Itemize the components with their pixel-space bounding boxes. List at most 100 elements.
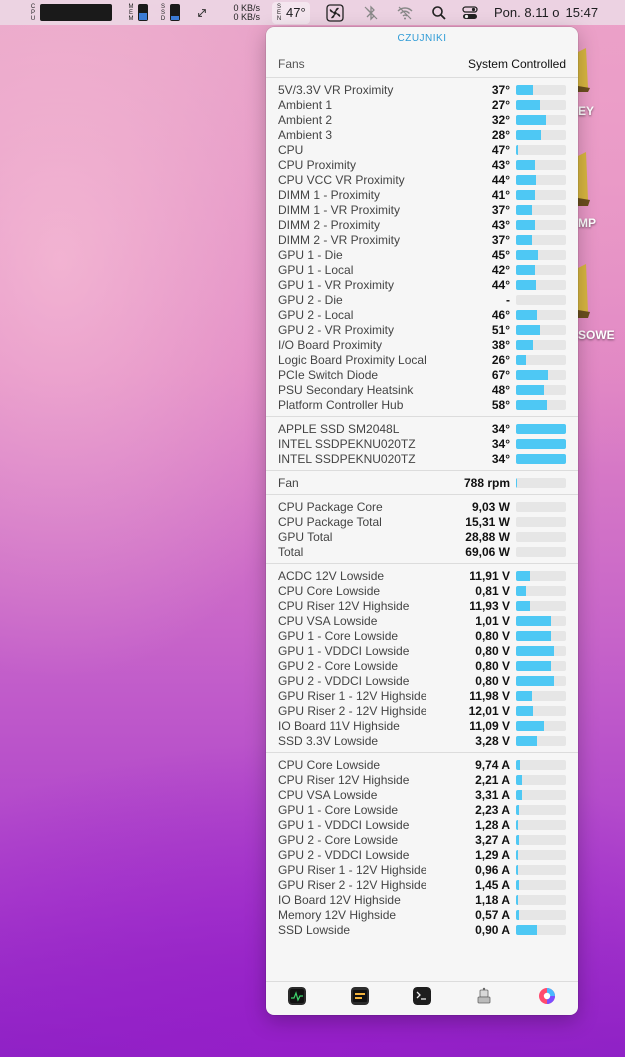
sensor-row: PCIe Switch Diode 67°	[266, 367, 578, 382]
sensor-level-fill	[516, 369, 548, 380]
sensor-row: GPU 1 - VDDCI Lowside 0,80 V	[266, 643, 578, 658]
fan-section: Fan 788 rpm	[266, 471, 578, 494]
sensor-level-bar	[516, 99, 566, 110]
sensor-name: CPU Package Core	[278, 499, 383, 514]
wifi-icon[interactable]	[396, 0, 414, 25]
sensor-row: GPU 1 - VDDCI Lowside 1,28 A	[266, 817, 578, 832]
sensor-name: DIMM 2 - VR Proximity	[278, 232, 401, 247]
sensor-name: 5V/3.3V VR Proximity	[278, 82, 394, 97]
disk-monitor[interactable]: SSD	[160, 0, 180, 25]
sensor-value: 0,57 A	[475, 907, 510, 922]
sensor-value: 34°	[491, 436, 510, 451]
bluetooth-icon[interactable]	[362, 0, 380, 25]
sensor-name: GPU 1 - Core Lowside	[278, 802, 399, 817]
console-icon[interactable]	[350, 987, 369, 1010]
sensor-level-bar	[516, 774, 566, 785]
sensor-level-bar	[516, 546, 566, 557]
sensor-label: SEN	[276, 3, 282, 22]
memory-monitor[interactable]: MEM	[128, 0, 148, 25]
sensor-row: ACDC 12V Lowside 11,91 V	[266, 568, 578, 583]
sensor-name: GPU Total	[278, 529, 333, 544]
sensor-name: Ambient 2	[278, 112, 333, 127]
sensor-row: Ambient 2 32°	[266, 112, 578, 127]
desktop-folder-icon[interactable]	[578, 262, 592, 318]
control-center-icon[interactable]	[461, 0, 479, 25]
desktop-folder-icon[interactable]	[578, 44, 592, 92]
sensor-level-bar	[516, 759, 566, 770]
sensor-name: DIMM 2 - Proximity	[278, 217, 380, 232]
sensor-row: CPU Package Total 15,31 W	[266, 514, 578, 529]
sensor-name: CPU VCC VR Proximity	[278, 172, 405, 187]
ssd-label: SSD	[160, 3, 166, 22]
sensor-level-bar	[516, 660, 566, 671]
sensor-value: 0,90 A	[475, 922, 510, 937]
sensor-name: GPU 2 - VDDCI Lowside	[278, 847, 410, 862]
sensor-level-fill	[516, 879, 519, 890]
sensor-level-bar	[516, 453, 566, 464]
sensor-name: CPU Core Lowside	[278, 583, 381, 598]
sensors-monitor[interactable]: SEN 47°	[272, 0, 310, 25]
cpu-monitor[interactable]: CPU	[30, 0, 112, 25]
sensor-level-bar	[516, 294, 566, 305]
sensor-name: CPU Riser 12V Highside	[278, 598, 410, 613]
sensor-value: 11,93 V	[469, 598, 510, 613]
sensor-level-bar	[516, 804, 566, 815]
sensor-value: 28°	[491, 127, 510, 142]
temperature-section: 5V/3.3V VR Proximity 37° Ambient 1 27° Ambie…	[266, 78, 578, 416]
activity-monitor-icon[interactable]	[288, 987, 307, 1010]
sensor-name: IO Board 12V Highside	[278, 892, 401, 907]
sensor-level-fill	[516, 399, 547, 410]
desktop-folder-icon[interactable]	[578, 150, 592, 206]
cpu-graph	[40, 4, 112, 21]
sensor-row: Ambient 3 28°	[266, 127, 578, 142]
sensor-row: CPU 47°	[266, 142, 578, 157]
sensor-level-bar	[516, 834, 566, 845]
sensor-level-fill	[516, 453, 566, 464]
sensor-level-fill	[516, 789, 522, 800]
sensor-name: GPU 1 - VDDCI Lowside	[278, 817, 410, 832]
color-picker-icon[interactable]	[538, 987, 556, 1010]
memory-bar	[138, 4, 148, 21]
script-editor-icon[interactable]	[475, 987, 493, 1010]
disk-bar	[170, 4, 180, 21]
sensor-level-fill	[516, 204, 532, 215]
sensor-value: 2,21 A	[475, 772, 510, 787]
popover-title: CZUJNIKI	[397, 33, 447, 44]
sensor-level-fill	[516, 174, 536, 185]
terminal-icon[interactable]	[412, 987, 431, 1010]
sensor-value: 11,91 V	[469, 568, 510, 583]
sensor-row: Memory 12V Highside 0,57 A	[266, 907, 578, 922]
sensor-level-fill	[516, 84, 533, 95]
sensor-level-bar	[516, 645, 566, 656]
sensor-row: I/O Board Proximity 38°	[266, 337, 578, 352]
sensor-name: GPU Riser 1 - 12V Highside	[278, 688, 426, 703]
clock[interactable]: Pon. 8.11 o 15:47	[494, 0, 598, 25]
sensor-level-fill	[516, 339, 533, 350]
sensors-pill[interactable]: SEN 47°	[272, 1, 310, 24]
sensor-level-bar	[516, 144, 566, 155]
sensor-row: Logic Board Proximity Local Board 26°	[266, 352, 578, 367]
fans-mode-row[interactable]: Fans System Controlled	[266, 51, 578, 77]
net-download: 0 KB/s	[233, 11, 260, 22]
sensor-level-fill	[516, 615, 551, 626]
sensor-level-fill	[516, 234, 532, 245]
sensor-value: 46°	[491, 307, 510, 322]
sensor-level-bar	[516, 369, 566, 380]
sensor-level-bar	[516, 705, 566, 716]
fan-app-icon[interactable]	[326, 0, 344, 25]
search-icon[interactable]	[430, 0, 448, 25]
sensor-level-fill	[516, 630, 551, 641]
sensor-level-bar	[516, 675, 566, 686]
sensor-name: GPU 1 - Core Lowside	[278, 628, 399, 643]
sensor-level-fill	[516, 834, 519, 845]
sensor-level-bar	[516, 615, 566, 626]
sensor-name: INTEL SSDPEKNU020TZ	[278, 436, 416, 451]
sensor-row: CPU VCC VR Proximity 44°	[266, 172, 578, 187]
sensor-level-fill	[516, 774, 522, 785]
sensor-row: DIMM 1 - Proximity 41°	[266, 187, 578, 202]
sensor-name: GPU 1 - Die	[278, 247, 343, 262]
sensor-name: GPU Riser 1 - 12V Highside	[278, 862, 426, 877]
sensor-value: 48°	[491, 382, 510, 397]
network-monitor[interactable]: 0 KB/s 0 KB/s	[222, 0, 260, 25]
sensor-row: CPU Proximity 43°	[266, 157, 578, 172]
